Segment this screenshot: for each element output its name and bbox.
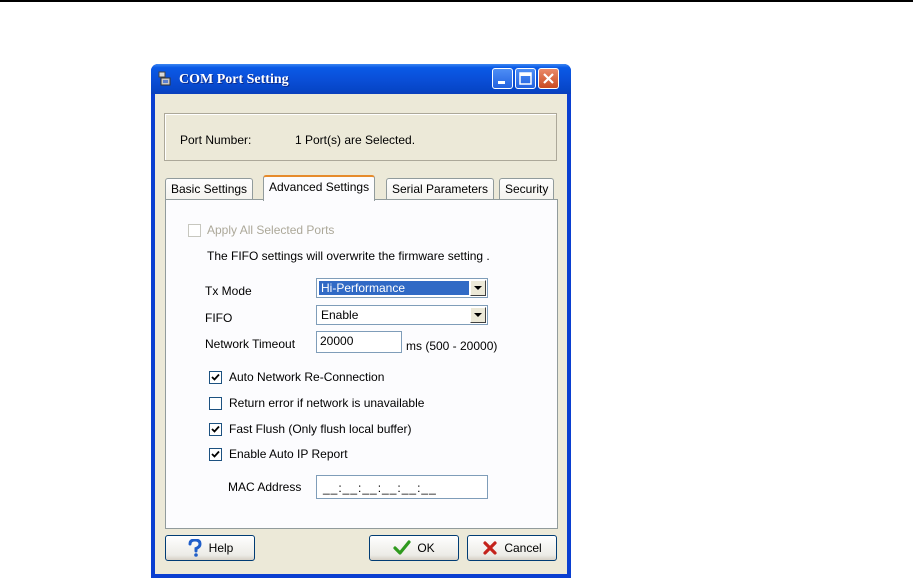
tab-security[interactable]: Security [499, 178, 555, 199]
chevron-down-icon[interactable] [470, 307, 486, 323]
checkmark-icon [211, 425, 220, 433]
mac-address-input[interactable]: __:__:__:__:__:__ [316, 475, 488, 499]
tx-mode-label: Tx Mode [205, 284, 252, 298]
tx-mode-select[interactable]: Hi-Performance [316, 278, 488, 298]
tx-mode-value: Hi-Performance [318, 280, 470, 296]
ok-label: OK [417, 541, 435, 555]
network-timeout-hint: ms (500 - 20000) [406, 339, 498, 353]
mac-address-label: MAC Address [228, 480, 302, 494]
minimize-icon [498, 81, 505, 84]
auto-reconnect-checkbox[interactable] [209, 371, 222, 384]
return-error-checkbox[interactable] [209, 397, 222, 410]
port-number-value: 1 Port(s) are Selected. [295, 133, 416, 147]
title-bar[interactable]: COM Port Setting [151, 64, 571, 94]
chevron-down-icon[interactable] [470, 280, 486, 296]
auto-ip-report-checkbox[interactable] [209, 448, 222, 461]
return-error-label: Return error if network is unavailable [229, 396, 425, 410]
fast-flush-checkbox[interactable] [209, 423, 222, 436]
checkmark-icon [211, 373, 220, 381]
tab-basic-settings[interactable]: Basic Settings [165, 178, 254, 199]
top-divider-line [0, 0, 913, 2]
apply-all-label: Apply All Selected Ports [207, 223, 335, 237]
help-label: Help [208, 541, 234, 555]
fifo-value: Enable [321, 308, 359, 322]
app-icon [157, 71, 173, 87]
apply-all-checkbox[interactable] [188, 224, 201, 237]
auto-reconnect-label: Auto Network Re-Connection [229, 370, 385, 384]
fast-flush-label: Fast Flush (Only flush local buffer) [229, 422, 412, 436]
close-icon [543, 73, 554, 84]
help-button[interactable]: Help [165, 535, 255, 561]
auto-ip-report-label: Enable Auto IP Report [229, 447, 348, 461]
network-timeout-input[interactable]: 20000 [316, 331, 402, 353]
port-number-label: Port Number: [180, 133, 252, 147]
ok-check-icon [393, 540, 411, 555]
maximize-button[interactable] [515, 68, 536, 89]
cancel-button[interactable]: Cancel [467, 535, 557, 561]
ok-button[interactable]: OK [369, 535, 459, 561]
fifo-label: FIFO [205, 311, 233, 325]
tab-advanced-settings[interactable]: Advanced Settings [263, 175, 376, 201]
dialog-client-area: Port Number: 1 Port(s) are Selected. Bas… [155, 94, 567, 574]
help-icon [188, 539, 202, 557]
checkmark-icon [211, 450, 220, 458]
advanced-settings-panel: Apply All Selected Ports The FIFO settin… [165, 199, 558, 529]
fifo-select[interactable]: Enable [316, 305, 488, 325]
network-timeout-label: Network Timeout [205, 337, 296, 351]
minimize-button[interactable] [492, 68, 513, 89]
maximize-icon [519, 72, 532, 85]
com-port-setting-dialog: COM Port Setting Port Number: 1 Port(s) … [151, 64, 571, 578]
cancel-label: Cancel [504, 541, 542, 555]
fifo-note: The FIFO settings will overwrite the fir… [207, 249, 490, 263]
close-button[interactable] [538, 68, 559, 89]
tab-serial-parameters[interactable]: Serial Parameters [386, 178, 495, 199]
window-title: COM Port Setting [179, 72, 289, 87]
cancel-x-icon [483, 541, 497, 555]
